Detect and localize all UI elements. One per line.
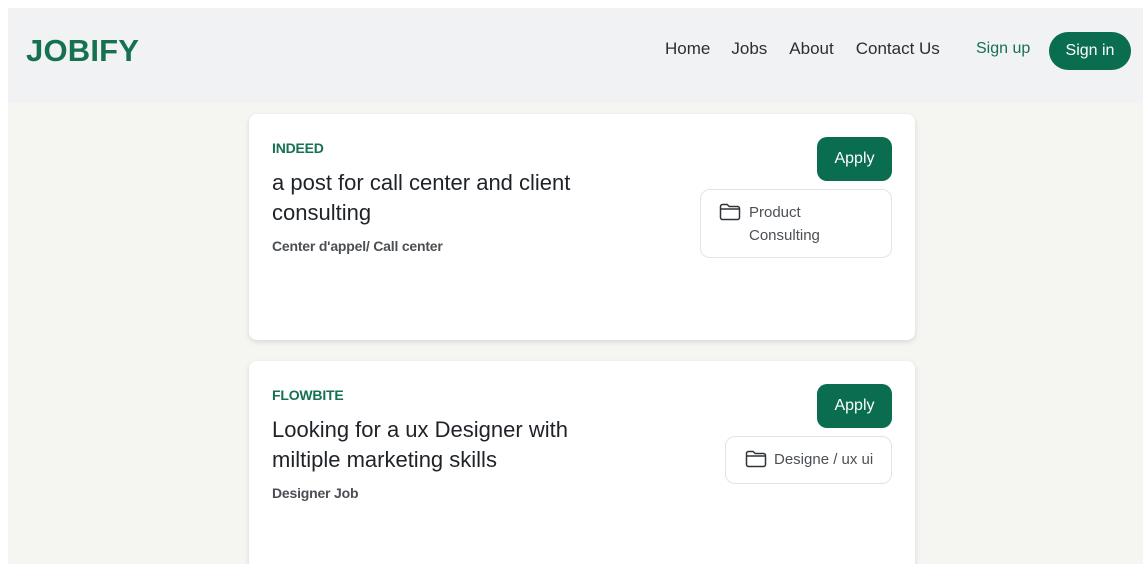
apply-button[interactable]: Apply [817,384,892,428]
job-card: INDEED a post for call center and client… [249,114,915,340]
category-tag: Product Consulting [700,189,892,258]
category-label: Designe / ux ui [774,451,874,468]
jobify-logo[interactable]: JOBIFY [26,33,139,69]
folder-icon [719,203,741,221]
job-title[interactable]: Looking for a ux Designer with miltiple … [272,415,632,475]
apply-button[interactable]: Apply [817,137,892,181]
main-navigation: Home Jobs About Contact Us [665,39,940,59]
nav-jobs-link[interactable]: Jobs [731,39,767,59]
top-navbar: JOBIFY Home Jobs About Contact Us Sign u… [8,8,1143,103]
sign-up-link[interactable]: Sign up [976,40,1030,58]
job-category-subtitle: Designer Job [272,485,359,501]
category-label: Product Consulting [749,204,820,244]
job-card: FLOWBITE Looking for a ux Designer with … [249,361,915,564]
company-name: FLOWBITE [272,387,344,403]
nav-about-link[interactable]: About [789,39,833,59]
job-title[interactable]: a post for call center and client consul… [272,168,632,228]
sign-in-button[interactable]: Sign in [1049,32,1131,70]
category-tag: Designe / ux ui [725,436,892,484]
nav-home-link[interactable]: Home [665,39,710,59]
nav-contact-link[interactable]: Contact Us [856,39,940,59]
folder-icon [745,450,767,468]
job-category-subtitle: Center d'appel/ Call center [272,238,443,254]
page: JOBIFY Home Jobs About Contact Us Sign u… [8,8,1143,564]
company-name: INDEED [272,140,324,156]
